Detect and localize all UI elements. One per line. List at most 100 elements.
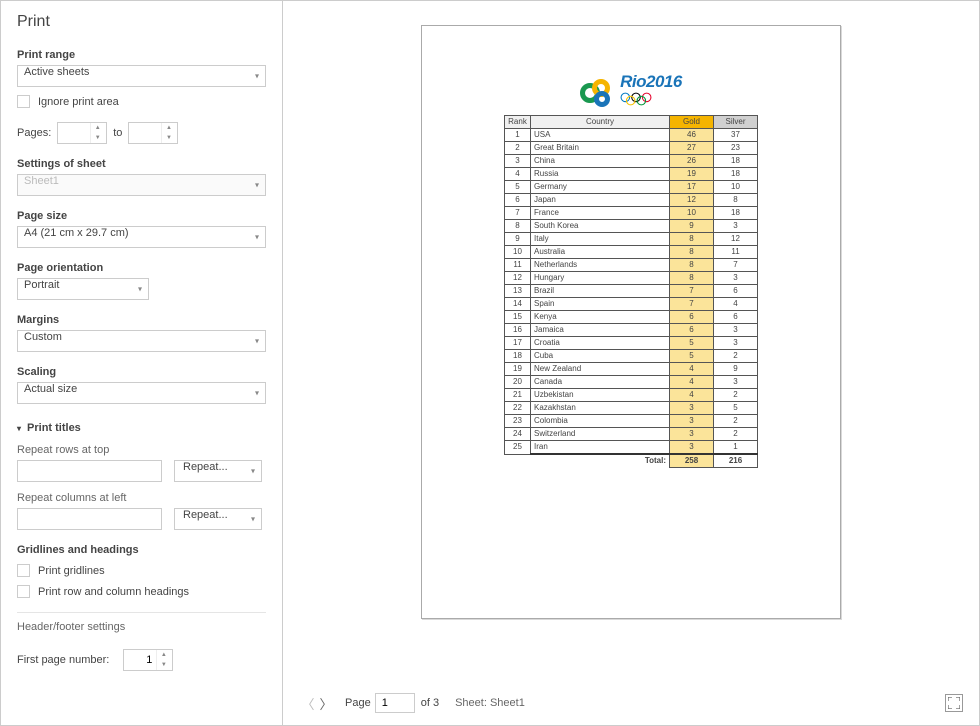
print-titles-label: Print titles xyxy=(27,422,81,434)
cell-gold: 4 xyxy=(670,389,714,402)
scaling-select[interactable]: Actual size ▾ xyxy=(17,382,266,404)
print-range-value: Active sheets xyxy=(24,66,89,78)
gridlines-heading-label: Gridlines and headings xyxy=(17,544,266,556)
of-label: of 3 xyxy=(421,697,439,709)
cell-gold: 4 xyxy=(670,363,714,376)
page-size-value: A4 (21 cm x 29.7 cm) xyxy=(24,227,129,239)
orientation-value: Portrait xyxy=(24,279,59,291)
cell-silver: 2 xyxy=(714,428,758,441)
cell-country: Germany xyxy=(531,181,670,194)
cell-silver: 8 xyxy=(714,194,758,207)
cell-gold: 4 xyxy=(670,376,714,389)
print-headings-label: Print row and column headings xyxy=(38,586,189,598)
triangle-down-icon: ▾ xyxy=(17,424,21,433)
pages-from-field[interactable] xyxy=(58,123,90,143)
cell-silver: 37 xyxy=(714,129,758,142)
first-page-input[interactable]: ▲▼ xyxy=(123,649,173,671)
expand-icon xyxy=(948,697,960,709)
spinner-up-icon[interactable]: ▲ xyxy=(162,123,175,133)
cell-silver: 9 xyxy=(714,363,758,376)
col-country: Country xyxy=(531,116,670,129)
cell-gold: 9 xyxy=(670,220,714,233)
cell-country: Netherlands xyxy=(531,259,670,272)
cell-gold: 27 xyxy=(670,142,714,155)
margins-label: Margins xyxy=(17,314,266,326)
cell-country: Italy xyxy=(531,233,670,246)
spinner-down-icon[interactable]: ▼ xyxy=(91,133,104,143)
ignore-print-area-checkbox[interactable] xyxy=(17,95,30,108)
cell-silver: 3 xyxy=(714,220,758,233)
cell-rank: 12 xyxy=(505,272,531,285)
cell-gold: 17 xyxy=(670,181,714,194)
cell-gold: 8 xyxy=(670,233,714,246)
print-headings-checkbox[interactable] xyxy=(17,585,30,598)
cell-country: Kenya xyxy=(531,311,670,324)
repeat-rows-label: Repeat rows at top xyxy=(17,444,266,456)
total-label: Total: xyxy=(531,454,670,468)
spinner-up-icon[interactable]: ▲ xyxy=(91,123,104,133)
table-row: 20Canada43 xyxy=(505,376,758,389)
col-rank: Rank xyxy=(505,116,531,129)
cell-silver: 2 xyxy=(714,389,758,402)
cell-rank: 25 xyxy=(505,441,531,455)
table-row: 22Kazakhstan35 xyxy=(505,402,758,415)
print-gridlines-checkbox[interactable] xyxy=(17,564,30,577)
table-row: 10Australia811 xyxy=(505,246,758,259)
repeat-rows-button[interactable]: Repeat... ▾ xyxy=(174,460,262,482)
total-silver: 216 xyxy=(714,454,758,468)
cell-gold: 3 xyxy=(670,441,714,455)
print-titles-header[interactable]: ▾ Print titles xyxy=(17,422,266,434)
pages-to-field[interactable] xyxy=(129,123,161,143)
pages-to-input[interactable]: ▲▼ xyxy=(128,122,178,144)
fit-to-window-button[interactable] xyxy=(945,694,963,712)
cell-silver: 18 xyxy=(714,168,758,181)
spinner-down-icon[interactable]: ▼ xyxy=(162,133,175,143)
cell-gold: 6 xyxy=(670,311,714,324)
cell-country: Uzbekistan xyxy=(531,389,670,402)
next-page-button[interactable]: 〉 xyxy=(317,694,335,712)
first-page-field[interactable] xyxy=(124,650,156,670)
cell-silver: 11 xyxy=(714,246,758,259)
rio-logo: Rio2016 xyxy=(504,72,758,109)
cell-gold: 7 xyxy=(670,285,714,298)
cell-gold: 8 xyxy=(670,272,714,285)
cell-country: Spain xyxy=(531,298,670,311)
cell-gold: 5 xyxy=(670,350,714,363)
orientation-select[interactable]: Portrait ▾ xyxy=(17,278,149,300)
pages-from-input[interactable]: ▲▼ xyxy=(57,122,107,144)
preview-footer: 〈 〉 Page of 3 Sheet: Sheet1 xyxy=(283,681,979,725)
first-page-label: First page number: xyxy=(17,654,109,666)
cell-gold: 3 xyxy=(670,402,714,415)
olympic-rings-icon xyxy=(620,92,652,106)
cell-rank: 15 xyxy=(505,311,531,324)
print-range-select[interactable]: Active sheets ▾ xyxy=(17,65,266,87)
cell-silver: 18 xyxy=(714,207,758,220)
cell-rank: 8 xyxy=(505,220,531,233)
table-row: 16Jamaica63 xyxy=(505,324,758,337)
page-size-select[interactable]: A4 (21 cm x 29.7 cm) ▾ xyxy=(17,226,266,248)
print-settings-sidebar: Print Print range Active sheets ▾ Ignore… xyxy=(1,1,283,725)
table-row: 3China2618 xyxy=(505,155,758,168)
table-row: 15Kenya66 xyxy=(505,311,758,324)
cell-rank: 16 xyxy=(505,324,531,337)
prev-page-button[interactable]: 〈 xyxy=(299,694,317,712)
page-number-input[interactable] xyxy=(375,693,415,713)
spinner-down-icon[interactable]: ▼ xyxy=(157,660,170,670)
col-gold: Gold xyxy=(670,116,714,129)
cell-rank: 9 xyxy=(505,233,531,246)
cell-silver: 10 xyxy=(714,181,758,194)
repeat-rows-input[interactable] xyxy=(17,460,162,482)
cell-rank: 11 xyxy=(505,259,531,272)
settings-of-sheet-select[interactable]: Sheet1 ▾ xyxy=(17,174,266,196)
cell-silver: 2 xyxy=(714,350,758,363)
settings-of-sheet-label: Settings of sheet xyxy=(17,158,266,170)
repeat-cols-input[interactable] xyxy=(17,508,162,530)
spinner-up-icon[interactable]: ▲ xyxy=(157,650,170,660)
table-row: 18Cuba52 xyxy=(505,350,758,363)
cell-gold: 19 xyxy=(670,168,714,181)
cell-gold: 26 xyxy=(670,155,714,168)
margins-select[interactable]: Custom ▾ xyxy=(17,330,266,352)
table-row: 13Brazil76 xyxy=(505,285,758,298)
cell-country: Canada xyxy=(531,376,670,389)
repeat-cols-button[interactable]: Repeat... ▾ xyxy=(174,508,262,530)
